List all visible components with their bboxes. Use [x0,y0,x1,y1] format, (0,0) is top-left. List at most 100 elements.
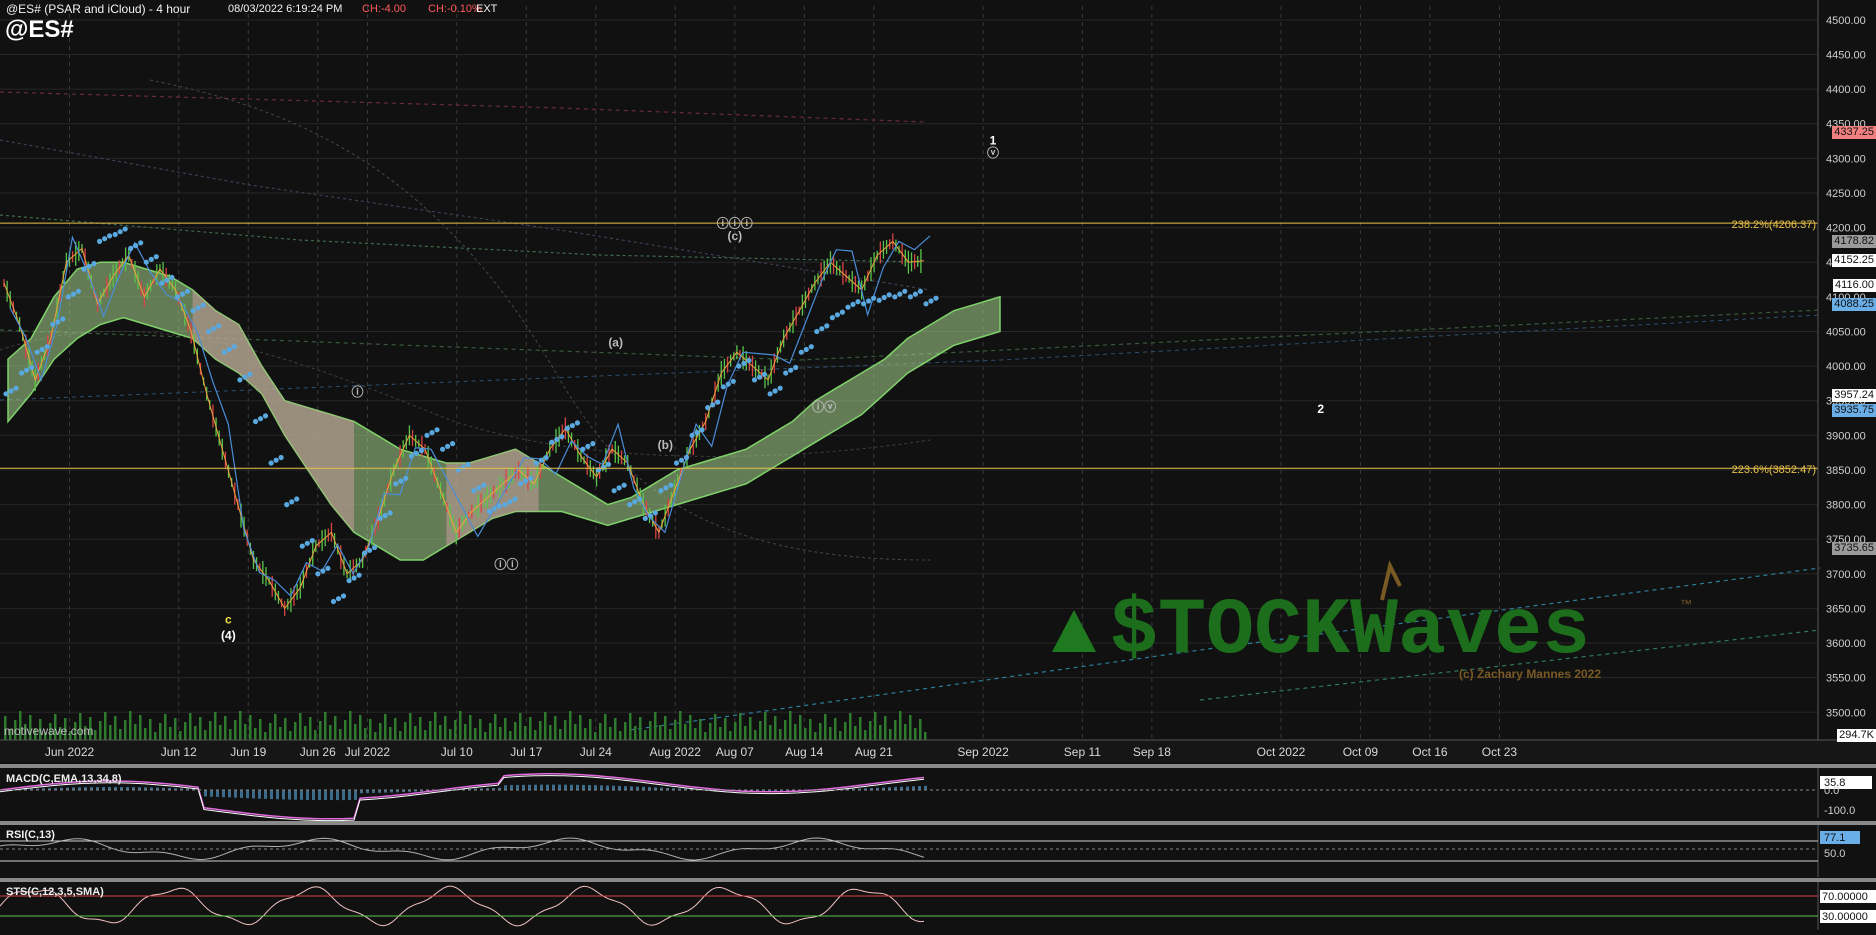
volume-bar [244,724,247,740]
volume-bar [544,712,547,740]
macd-histogram-bar [264,790,267,799]
psar-dot [652,510,658,516]
macd-histogram-bar [354,790,357,800]
price-tag: 3935.75 [1832,403,1876,417]
volume-bar [599,723,602,740]
volume-tag: 294.7K [1837,729,1876,742]
psar-dot [315,571,321,577]
time-tick-label: Sep 11 [1064,745,1101,759]
psar-dot [398,478,404,484]
psar-dot [621,482,627,488]
psar-dot [559,434,565,440]
price-tag: 4088.25 [1832,297,1876,311]
volume-bar [789,711,792,740]
psar-dot [55,319,61,325]
chart-canvas[interactable]: 238.2%(4206.37)223.6%(3852.47) c(4)ⓘⓘⓘ(a… [0,0,1876,930]
volume-bar [854,726,857,740]
psar-dot [756,374,763,380]
price-tick-label: 3700.00 [1826,569,1866,581]
volume-bar [489,723,492,740]
volume-bar [449,729,452,740]
volume-bar [879,725,882,740]
psar-dot [611,488,617,494]
volume-bar [504,718,507,740]
psar-dot [761,371,768,377]
psar-dot [585,443,591,449]
volume-bar [289,731,292,740]
psar-dot [3,391,9,397]
volume-bar [864,730,867,740]
psar-dot [897,291,903,297]
chart-window[interactable]: 238.2%(4206.37) 223.6%(3852.47) c (4) ⓘ ⓘⓘ (a… [0,0,1876,930]
volume-bar [589,719,592,740]
time-tick-label: Oct 16 [1412,745,1448,759]
fib-level-label: 238.2%(4206.37) [1732,219,1816,231]
volume-bar [859,717,862,740]
wave-label: (c) [727,229,742,243]
volume-bar [144,728,147,740]
volume-bar [524,726,527,740]
logo-triangle-icon [1052,610,1096,652]
volume-bar [609,727,612,740]
psar-dot [855,299,861,305]
motivewave-watermark: motivewave.com [4,724,94,738]
volume-bar [679,711,682,740]
volume-bar [774,716,777,740]
psar-dot [408,453,414,459]
panel-separator [0,821,1876,825]
psar-dot [549,439,555,445]
volume-bar [839,731,842,740]
time-tick-label: Jul 10 [441,745,473,759]
psar-dot [320,568,326,574]
volume-bar [634,726,637,740]
time-axis-background [0,740,1876,762]
volume-bar [819,723,822,740]
psar-dot [512,496,518,502]
psar-dot [216,323,222,329]
time-tick-label: Aug 07 [716,745,754,759]
macd-histogram-bar [300,790,303,800]
psar-dot [632,499,638,505]
time-tick-label: Sep 2022 [957,745,1009,759]
volume-bar [554,716,557,740]
volume-bar [889,729,892,740]
time-tick-label: Oct 09 [1343,745,1379,759]
psar-dot [174,294,181,300]
psar-dot [554,436,560,443]
volume-bar [99,721,102,740]
psar-dot [824,323,830,329]
volume-bar [659,725,662,740]
volume-bar [709,723,712,740]
volume-bar [459,711,462,740]
price-tick-label: 4300.00 [1826,153,1866,165]
psar-dot [923,301,929,307]
psar-dot [117,229,123,235]
psar-dot [710,402,716,408]
volume-bar [899,711,902,740]
psar-dot [538,457,544,463]
volume-bar [354,724,357,740]
price-tag: 3957.24 [1832,388,1876,402]
volume-bar [164,714,167,740]
volume-bar [869,721,872,740]
volume-bar [124,720,127,740]
psar-dot [730,378,736,384]
psar-dot [86,263,92,269]
macd-histogram-bar [282,790,285,800]
psar-dot [346,578,352,584]
volume-bar [399,731,402,740]
psar-dot [605,461,612,467]
panel-separator [0,764,1876,768]
psar-dot [736,363,742,369]
psar-dot [850,301,856,307]
volume-bar [769,725,772,740]
volume-bar [344,720,347,740]
volume-bar [119,729,122,740]
psar-dot [351,575,357,581]
volume-bar [169,727,172,740]
time-axis: Jun 2022 Jun 12 Jun 19 Jun 26 Jul 2022 Jul 10… [0,739,1876,762]
psar-dot [284,502,290,508]
volume-bar [714,714,717,740]
psar-dot [377,515,383,522]
volume-bar [444,716,447,740]
